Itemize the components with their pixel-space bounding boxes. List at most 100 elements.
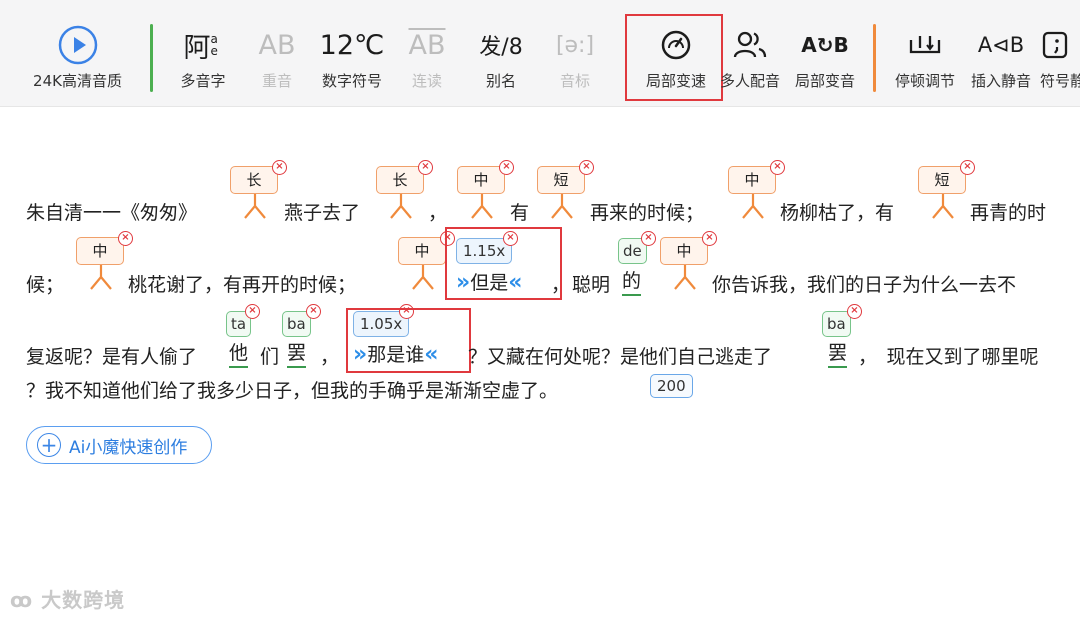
pause-adjust-label: 停顿调节 (894, 72, 955, 90)
number-symbol-icon: 12℃ (319, 29, 385, 61)
hd-quality-label: 24K高清音质 (33, 72, 122, 90)
symbol-silence-label: 符号静 (1040, 72, 1080, 90)
text-segment: 朱自清一一《匆匆》 (26, 202, 198, 224)
text-segment: 杨柳枯了，有 (780, 202, 895, 224)
multi-voice-label: 多人配音 (719, 72, 780, 90)
play-circle-icon (58, 25, 98, 65)
text-segment: 桃花谢了，有再开的时候； (128, 274, 357, 296)
watermark-logo-icon: ꝏ (10, 588, 34, 612)
voice-change-icon: A↻B (801, 33, 849, 57)
watermark: ꝏ 大数跨境 (10, 584, 125, 613)
pause-tag: 短 (918, 166, 966, 194)
ai-quick-create-button[interactable]: + Ai小魔快速创作 (26, 426, 212, 464)
pause-adjust-button[interactable]: 停顿调节 (891, 0, 959, 106)
alias-button[interactable]: 发/8 别名 (472, 0, 530, 106)
pron-word[interactable]: 他 (229, 342, 249, 368)
text-segment: 候； (26, 274, 65, 296)
text-segment: 燕子去了 (284, 202, 361, 224)
text-segment: ， (320, 346, 340, 368)
symbol-icon (1040, 26, 1070, 64)
multi-voice-button[interactable]: 多人配音 (716, 0, 784, 106)
text-segment: 聪明 (572, 274, 611, 296)
liaison-label: 连读 (411, 72, 442, 90)
remove-icon[interactable]: × (770, 160, 785, 175)
alias-icon: 发/8 (479, 35, 523, 60)
plus-icon: + (37, 433, 61, 457)
remove-icon[interactable]: × (641, 231, 656, 246)
insert-silence-button[interactable]: A⊲B 插入静音 (966, 0, 1036, 106)
text-segment: 你告诉我，我们的日子为什么一去不 (712, 274, 1017, 296)
symbol-silence-button[interactable]: 符号静 (1040, 0, 1080, 106)
pause-person-icon (551, 194, 573, 219)
text-segment: ， 现在又到了哪里呢 (858, 346, 1039, 368)
highlight-box-speed (445, 227, 562, 300)
polyphone-icon: 阿ae (183, 32, 218, 64)
pause-person-icon (932, 194, 954, 219)
pause-person-icon (471, 194, 493, 219)
pause-person-icon (244, 194, 266, 219)
pause-tag: 中 (76, 237, 124, 265)
pause-tag: 中 (728, 166, 776, 194)
remove-icon[interactable]: × (245, 304, 260, 319)
toolbar-divider-green (150, 24, 153, 92)
remove-icon[interactable]: × (418, 160, 433, 175)
pause-tag: 长 (230, 166, 278, 194)
highlight-box-speed (346, 308, 471, 373)
remove-icon[interactable]: × (118, 231, 133, 246)
insert-silence-icon: A⊲B (977, 33, 1025, 57)
remove-icon[interactable]: × (579, 160, 594, 175)
insert-silence-label: 插入静音 (970, 72, 1031, 90)
pause-adjust-icon (908, 26, 942, 64)
text-segment: 再来的时候； (590, 202, 705, 224)
pause-tag: 中 (398, 237, 446, 265)
number-symbol-button[interactable]: 12℃ 数字符号 (318, 0, 386, 106)
pron-word[interactable]: 罢 (287, 342, 307, 368)
stress-button[interactable]: AB 重音 (248, 0, 306, 106)
pause-person-icon (742, 194, 764, 219)
text-segment: 再青的时 (970, 202, 1047, 224)
polyphone-label: 多音字 (180, 72, 226, 90)
hd-quality-button[interactable]: 24K高清音质 (20, 0, 135, 106)
toolbar-divider-orange (873, 24, 876, 92)
char-count-badge: 200 (650, 374, 693, 398)
text-segment: 们 (260, 346, 280, 368)
remove-icon[interactable]: × (847, 304, 862, 319)
text-segment: ， (428, 202, 448, 224)
liaison-button[interactable]: AB 连读 (398, 0, 456, 106)
remove-icon[interactable]: × (960, 160, 975, 175)
pause-person-icon (90, 265, 112, 290)
text-segment: 复返呢？是有人偷了 (26, 346, 198, 368)
phonetic-label: 音标 (559, 72, 590, 90)
pron-word[interactable]: 的 (622, 270, 642, 296)
watermark-text: 大数跨境 (41, 588, 126, 612)
remove-icon[interactable]: × (272, 160, 287, 175)
local-voice-change-label: 局部变音 (794, 72, 855, 90)
remove-icon[interactable]: × (702, 231, 717, 246)
people-icon (733, 26, 767, 64)
text-segment: ？又藏在何处呢？是他们自己逃走了 (468, 346, 773, 368)
text-segment: ， (551, 274, 571, 296)
remove-icon[interactable]: × (499, 160, 514, 175)
liaison-icon: AB (408, 29, 446, 61)
pause-tag: 短 (537, 166, 585, 194)
phonetic-icon: [ə:] (555, 32, 595, 58)
phonetic-button[interactable]: [ə:] 音标 (546, 0, 604, 106)
pron-tag[interactable]: ba (822, 311, 851, 337)
polyphone-button[interactable]: 阿ae 多音字 (172, 0, 234, 106)
highlight-box-toolbar (625, 14, 723, 101)
text-segment: 有 (510, 202, 530, 224)
pause-tag: 长 (376, 166, 424, 194)
pause-person-icon (390, 194, 412, 219)
text-segment: ？我不知道他们给了我多少日子，但我的手确乎是渐渐空虚了。 (26, 380, 559, 402)
ai-quick-create-label: Ai小魔快速创作 (69, 437, 188, 458)
pron-word[interactable]: 罢 (828, 342, 848, 368)
local-voice-change-button[interactable]: A↻B 局部变音 (790, 0, 860, 106)
stress-label: 重音 (261, 72, 292, 90)
alias-label: 别名 (485, 72, 516, 90)
pause-person-icon (412, 265, 434, 290)
pause-tag: 中 (457, 166, 505, 194)
remove-icon[interactable]: × (306, 304, 321, 319)
pause-tag: 中 (660, 237, 708, 265)
stress-icon: AB (258, 29, 296, 61)
number-symbol-label: 数字符号 (321, 72, 382, 90)
